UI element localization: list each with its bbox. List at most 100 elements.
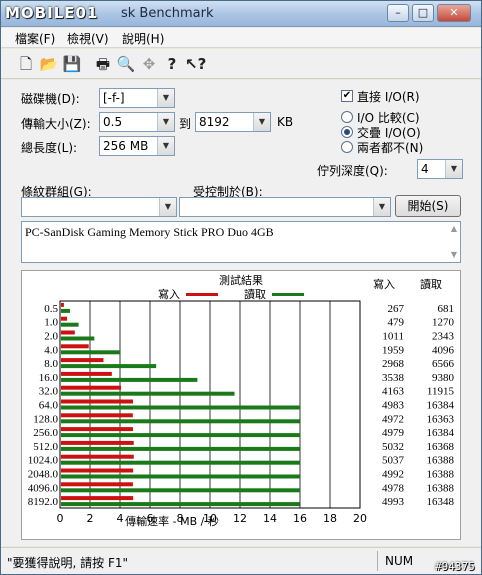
category-label: 2.0 [44,331,58,343]
x-tick-label: 14 [263,512,277,525]
queue-depth-label: 佇列深度(Q): [317,164,388,178]
menu-file[interactable]: 檔案(F) [15,30,55,47]
read-value: 16368 [427,441,455,453]
read-value: 16363 [427,413,455,425]
drive-select[interactable]: [-f-] ▼ [99,88,175,108]
print-icon[interactable]: 🖶 [93,54,113,74]
write-value: 4972 [382,413,404,425]
write-bar [61,413,133,418]
category-label: 1024.0 [28,455,59,467]
queue-depth-select[interactable]: 4 ▼ [417,159,463,179]
read-bar [61,377,198,382]
scroll-up-icon[interactable]: ▲ [451,224,457,233]
menu-view[interactable]: 檢視(V) [67,30,109,47]
category-label: 8.0 [44,358,58,370]
status-bar: "要獲得說明, 請按 F1" NUM #94375 [1,547,481,574]
queue-depth-value: 4 [421,162,429,176]
stripe-group-select[interactable]: ▼ [21,197,177,217]
x-tick-label: 4 [117,512,124,525]
toolbar: 🗋 📂 💾 🖶 🔍 ✥ ? ↖? [1,49,481,79]
read-value: 2343 [432,331,455,343]
new-file-icon[interactable]: 🗋 [16,54,36,74]
watermark: #94375 [435,560,475,573]
write-bar [61,440,134,445]
controlled-by-select[interactable]: ▼ [179,197,391,217]
status-hint: "要獲得說明, 請按 F1" [7,556,129,570]
description-field[interactable]: PC-SanDisk Gaming Memory Stick PRO Duo 4… [21,221,461,263]
radio-io-compare[interactable] [341,111,353,123]
write-value: 4993 [382,496,405,508]
category-label: 4096.0 [28,482,59,494]
menu-bar: 檔案(F) 檢視(V) 說明(H) [1,28,481,48]
write-value: 3538 [382,372,405,384]
help-icon[interactable]: ? [162,54,182,74]
transfer-from-select[interactable]: 0.5 ▼ [99,112,175,132]
category-label: 256.0 [33,427,58,439]
read-bar [61,322,79,327]
read-bar [61,391,235,396]
read-value: 11915 [427,386,455,398]
check-icon: ✔ [342,90,352,101]
legend-read-swatch [272,293,304,296]
write-bar [61,482,133,487]
results-chart-panel: 測試結果 寫入 讀取 0 2 4 6 8 10 12 14 16 18 20 傳輸速率 - MB / 秒寫入… [21,270,461,540]
radio-overlap-io[interactable] [341,126,353,138]
category-label: 32.0 [39,386,59,398]
title-bar[interactable]: MOBILE01 sk Benchmark – □ ✕ [1,1,481,27]
category-label: 2048.0 [28,469,59,481]
write-bar [61,302,64,307]
main-panel: 磁碟機(D): [-f-] ▼ 傳輸大小(Z): 0.5 ▼ 到 8192 ▼ … [1,80,481,546]
write-value: 5037 [382,455,405,467]
read-bar [61,474,301,479]
read-value: 16348 [427,496,455,508]
read-bar [61,433,300,438]
scroll-down-icon[interactable]: ▼ [451,250,457,259]
read-bar [61,446,300,451]
read-value: 16384 [427,400,455,412]
write-bar [61,399,133,404]
write-value: 479 [388,317,405,329]
radio-neither-label: 兩者都不(N) [357,141,424,155]
drive-value: [-f-] [103,91,125,105]
write-value: 2968 [382,358,405,370]
legend-write-label: 寫入 [158,287,180,301]
read-value: 4096 [432,344,455,356]
read-value: 16388 [427,469,455,481]
save-icon[interactable]: 💾 [62,54,82,74]
read-bar [61,364,157,369]
start-button[interactable]: 開始(S) [395,195,461,217]
write-value: 4978 [382,482,405,494]
direct-io-checkbox[interactable]: ✔ [341,90,353,102]
write-bar [61,496,134,501]
close-button[interactable]: ✕ [437,4,471,22]
category-label: 1.0 [44,317,58,329]
read-bar [61,350,120,355]
move-icon[interactable]: ✥ [139,54,159,74]
app-window: MOBILE01 sk Benchmark – □ ✕ 檔案(F) 檢視(V) … [0,0,482,575]
chevron-down-icon: ▼ [157,137,174,155]
transfer-from-value: 0.5 [103,115,123,129]
radio-neither[interactable] [341,141,353,153]
category-label: 128.0 [33,413,58,425]
write-bar [61,468,134,473]
print-preview-icon[interactable]: 🔍 [116,54,136,74]
write-bar [61,385,121,390]
read-value: 16388 [427,482,455,494]
total-length-select[interactable]: 256 MB ▼ [99,136,175,156]
chart-title: 測試結果 [219,273,263,287]
transfer-unit: KB [277,115,294,129]
maximize-button[interactable]: □ [412,4,434,22]
legend-read-label: 讀取 [244,287,266,301]
open-folder-icon[interactable]: 📂 [39,54,59,74]
transfer-to-select[interactable]: 8192 ▼ [195,112,271,132]
read-value: 16388 [427,455,455,467]
write-bar [61,358,104,363]
context-help-icon[interactable]: ↖? [185,54,206,74]
menu-help[interactable]: 說明(H) [122,30,164,47]
minimize-button[interactable]: – [387,4,409,22]
read-bar [61,308,70,313]
transfer-size-label: 傳輸大小(Z): [21,117,91,131]
write-value: 4979 [382,427,405,439]
write-value: 267 [388,303,405,315]
read-value: 1270 [432,317,455,329]
